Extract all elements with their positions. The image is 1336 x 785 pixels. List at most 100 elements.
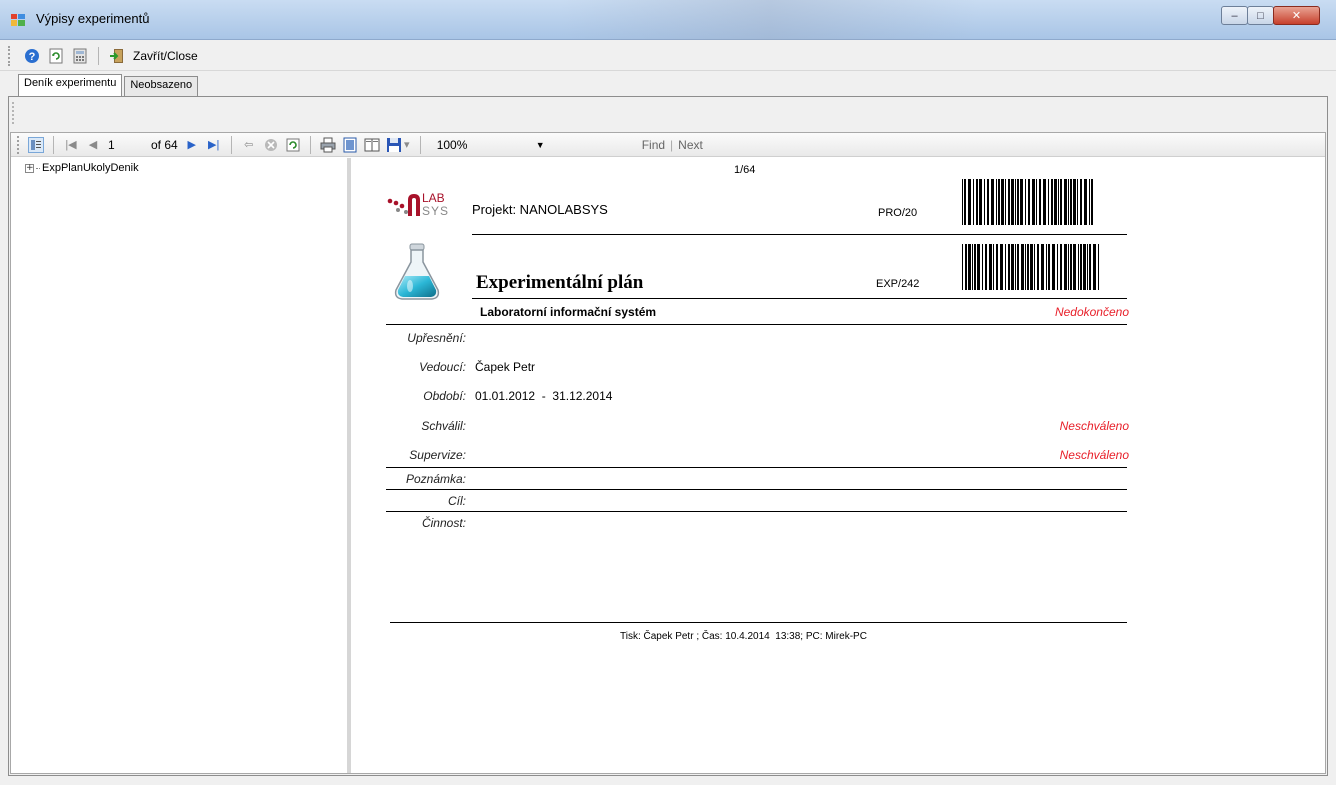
barcode-bar <box>1021 244 1024 290</box>
barcode-bar <box>964 179 966 225</box>
tab-neobsazeno[interactable]: Neobsazeno <box>124 76 199 96</box>
viewer-toolbar-grip[interactable] <box>17 135 21 154</box>
schvalil-label: Schválil: <box>421 419 466 433</box>
project-barcode <box>962 179 1095 225</box>
export-save-icon[interactable] <box>386 137 402 153</box>
export-dropdown-chevron-icon[interactable]: ▾ <box>403 137 411 153</box>
back-icon[interactable]: ⇦ <box>241 137 257 153</box>
barcode-bar <box>1089 244 1091 290</box>
close-window-button[interactable]: ✕ <box>1273 6 1320 25</box>
barcode-bar <box>1098 244 1099 290</box>
print-layout-icon[interactable] <box>342 137 358 153</box>
close-button-label: Zavřít/Close <box>133 48 198 63</box>
background-blur <box>560 0 980 40</box>
title-divider <box>472 298 1127 299</box>
barcode-bar <box>1089 179 1090 225</box>
barcode-bar <box>1077 179 1078 225</box>
tree-node-root[interactable]: + ExpPlanUkolyDenik <box>25 162 139 174</box>
barcode-bar <box>1093 244 1096 290</box>
poznamka-label: Poznámka: <box>405 472 466 486</box>
barcode-bar <box>977 244 980 290</box>
barcode-bar <box>1043 179 1046 225</box>
barcode-bar <box>996 179 997 225</box>
barcode-bar <box>1083 244 1086 290</box>
find-button[interactable]: Find <box>642 138 665 152</box>
barcode-bar <box>1060 244 1062 290</box>
viewer-separator <box>309 135 311 154</box>
refresh-icon[interactable] <box>48 48 64 64</box>
report-title: Experimentální plán <box>476 272 644 293</box>
poznamka-divider <box>386 489 1127 490</box>
barcode-bar <box>1028 179 1030 225</box>
barcode-bar <box>1011 244 1014 290</box>
barcode-bar <box>1020 179 1023 225</box>
refresh-report-icon[interactable] <box>285 137 301 153</box>
document-map-toggle-icon[interactable] <box>28 136 44 153</box>
find-input[interactable] <box>556 135 637 154</box>
barcode-bar <box>1034 244 1035 290</box>
barcode-bar <box>1073 179 1076 225</box>
barcode-bar <box>1015 179 1016 225</box>
tab-denik-experimentu[interactable]: Deník experimentu <box>18 74 123 96</box>
upresneni-label: Upřesnění: <box>407 331 466 345</box>
barcode-bar <box>1011 179 1014 225</box>
svg-text:SYS: SYS <box>422 204 449 218</box>
barcode-bar <box>1017 244 1019 290</box>
window-titlebar: Výpisy experimentů – □ ✕ <box>0 0 1336 40</box>
expand-plus-icon[interactable]: + <box>25 163 34 173</box>
current-page-input[interactable] <box>104 135 148 154</box>
window-title: Výpisy experimentů <box>36 11 150 26</box>
page-setup-icon[interactable] <box>364 137 380 153</box>
barcode-bar <box>1008 244 1010 290</box>
last-page-icon[interactable]: ▶| <box>206 137 222 153</box>
tree-node-label: ExpPlanUkolyDenik <box>42 162 139 174</box>
barcode-bar <box>973 179 974 225</box>
stop-icon[interactable] <box>263 137 279 153</box>
maximize-button[interactable]: □ <box>1247 6 1274 25</box>
calculator-icon[interactable] <box>72 48 88 64</box>
find-separator: | <box>670 137 674 152</box>
zoom-select[interactable]: 100% ▼ <box>431 136 551 154</box>
barcode-bar <box>976 179 978 225</box>
barcode-bar <box>1052 244 1055 290</box>
help-icon[interactable]: ? <box>24 48 40 64</box>
barcode-bar <box>1064 244 1067 290</box>
barcode-bar <box>1000 244 1003 290</box>
footer-divider <box>390 622 1127 623</box>
next-page-icon[interactable]: ▶ <box>184 137 200 153</box>
report-viewer: |◀ ◀ of 64 ▶ ▶| ⇦ ▾ 100% ▼ <box>10 132 1326 774</box>
barcode-bar <box>989 244 992 290</box>
barcode-bar <box>987 179 989 225</box>
close-icon: ✕ <box>1291 10 1302 22</box>
flask-icon <box>394 243 440 300</box>
experiment-code: EXP/242 <box>876 278 920 290</box>
print-icon[interactable] <box>320 137 336 153</box>
minimize-button[interactable]: – <box>1221 6 1248 25</box>
previous-page-icon[interactable]: ◀ <box>85 137 101 153</box>
barcode-bar <box>962 179 963 225</box>
barcode-bar <box>1046 244 1047 290</box>
close-button[interactable]: Zavřít/Close <box>105 48 198 64</box>
first-page-icon[interactable]: |◀ <box>63 137 79 153</box>
barcode-bar <box>962 244 963 290</box>
barcode-bar <box>1058 179 1059 225</box>
toolbar-grip[interactable] <box>8 45 12 66</box>
barcode-bar <box>985 244 987 290</box>
barcode-bar <box>1005 244 1006 290</box>
barcode-bar <box>1060 179 1062 225</box>
find-next-button[interactable]: Next <box>678 138 703 152</box>
barcode-bar <box>1064 179 1067 225</box>
project-code: PRO/20 <box>878 207 918 219</box>
window-controls: – □ ✕ <box>1221 6 1320 25</box>
supervize-status: Neschváleno <box>1059 448 1129 462</box>
barcode-bar <box>982 244 983 290</box>
main-toolbar: ? Zavřít/Close <box>0 41 1336 71</box>
strip-grip[interactable] <box>12 102 15 124</box>
barcode-bar <box>1008 179 1010 225</box>
barcode-bar <box>1068 244 1069 290</box>
barcode-bar <box>1015 244 1016 290</box>
barcode-bar <box>1087 244 1088 290</box>
schvalil-status: Neschváleno <box>1059 419 1129 433</box>
page-indicator: 1/64 <box>734 164 756 176</box>
barcode-bar <box>1078 244 1079 290</box>
